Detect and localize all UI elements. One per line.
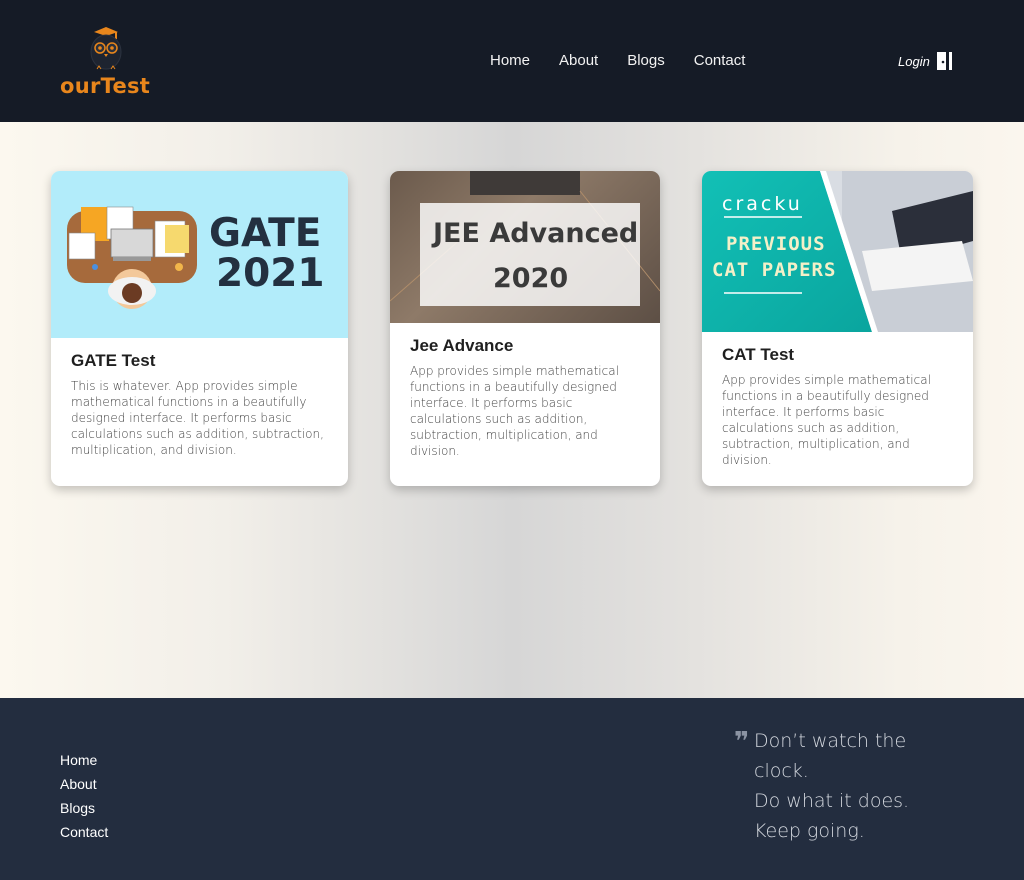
card-image-jee: JEE Advanced 2020 — [390, 171, 660, 323]
card-jee-advance[interactable]: JEE Advanced 2020 Jee Advance App provid… — [390, 171, 660, 486]
card-description: This is whatever. App provides simple ma… — [71, 379, 324, 457]
quote-line: clock. — [754, 760, 809, 782]
nav-home-link[interactable]: Home — [490, 52, 530, 69]
footer-quote: Don’t watch the clock. Do what it does. … — [754, 726, 954, 846]
brand-name: ourTest — [60, 74, 151, 98]
card-title: CAT Test — [722, 345, 795, 364]
footer-blogs-link[interactable]: Blogs — [60, 800, 108, 817]
quote-line: Keep going. — [754, 820, 865, 842]
card-gate-test[interactable]: GATE 2021 GATE Test This is whatever. Ap… — [51, 171, 348, 486]
quote-icon: ❞ — [734, 726, 750, 756]
card-description: App provides simple mathematical functio… — [722, 373, 931, 467]
main-content: GATE 2021 GATE Test This is whatever. Ap… — [0, 122, 1024, 698]
footer-contact-link[interactable]: Contact — [60, 824, 108, 841]
card-title: Jee Advance — [410, 336, 514, 355]
site-footer: Home About Blogs Contact ❞ Don’t watch t… — [0, 698, 1024, 880]
owl-logo-icon — [90, 27, 122, 70]
jee-image-year: 2020 — [493, 263, 569, 294]
jee-image-title: JEE Advanced — [433, 218, 639, 249]
card-image-cat: cracku PREVIOUS CAT PAPERS — [702, 171, 973, 332]
card-image-gate: GATE 2021 — [51, 171, 348, 338]
quote-line: Do what it does. — [754, 790, 910, 812]
nav-blogs-link[interactable]: Blogs — [627, 52, 665, 69]
card-title: GATE Test — [71, 351, 156, 370]
login-button[interactable]: Login — [898, 51, 954, 71]
site-header: ourTest Home About Blogs Contact Login — [0, 0, 1024, 122]
gate-image-year: 2021 — [216, 251, 325, 296]
quote-line: Don’t watch the — [754, 730, 907, 752]
gate-image-title: GATE — [209, 211, 322, 256]
login-label: Login — [898, 53, 930, 69]
cat-image-line1: PREVIOUS — [726, 233, 826, 255]
footer-home-link[interactable]: Home — [60, 752, 108, 769]
logo[interactable]: ourTest — [60, 24, 152, 100]
door-icon — [936, 52, 952, 70]
cat-image-line2: CAT PAPERS — [712, 259, 837, 281]
footer-nav: Home About Blogs Contact — [60, 752, 108, 841]
card-description: App provides simple mathematical functio… — [410, 364, 619, 458]
card-cat-test[interactable]: cracku PREVIOUS CAT PAPERS CAT Test App … — [702, 171, 973, 486]
main-nav: Home About Blogs Contact — [490, 52, 745, 69]
nav-contact-link[interactable]: Contact — [694, 52, 746, 69]
cracku-brand: cracku — [722, 193, 803, 215]
footer-about-link[interactable]: About — [60, 776, 108, 793]
nav-about-link[interactable]: About — [559, 52, 598, 69]
